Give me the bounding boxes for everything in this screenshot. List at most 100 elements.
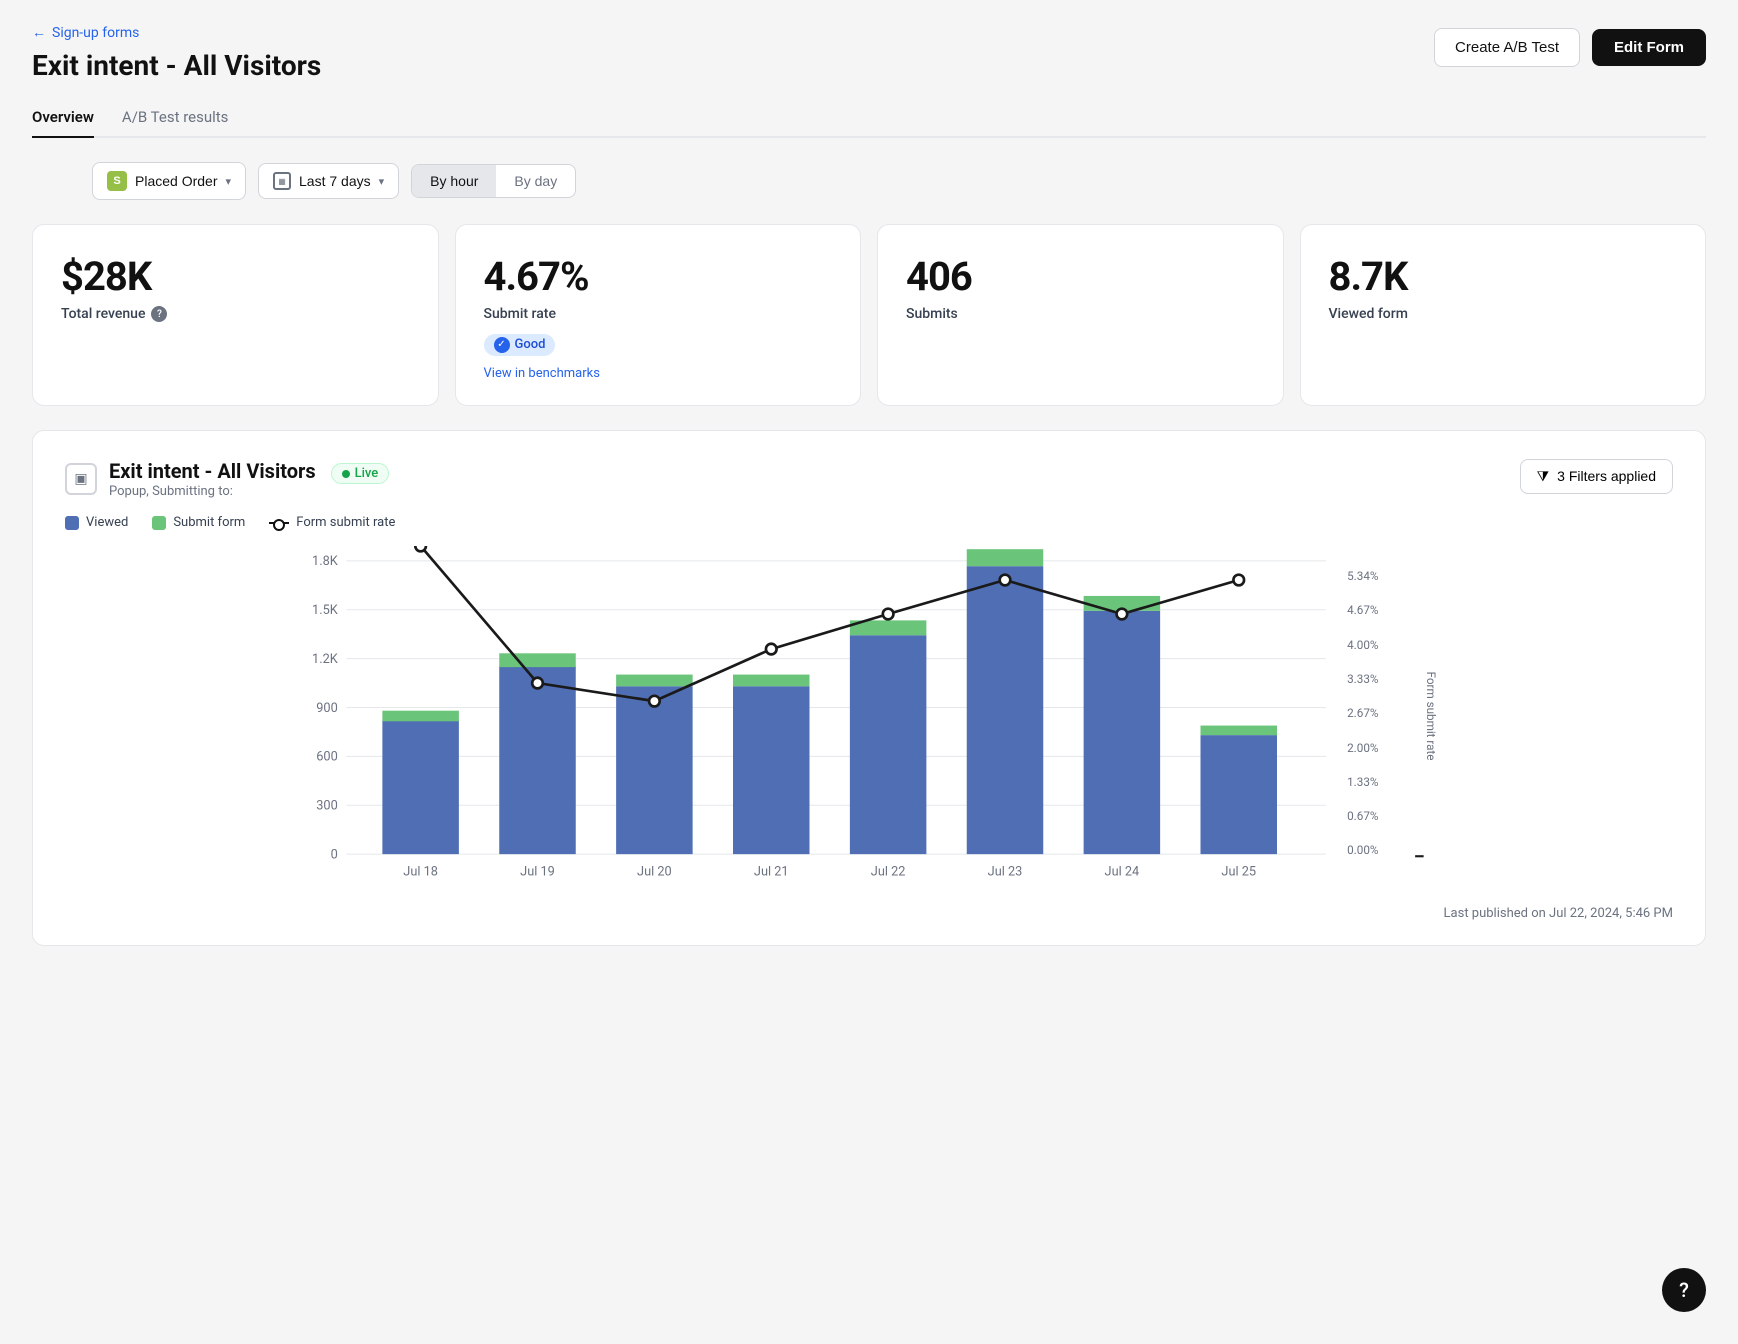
line-point-jul24 [1117, 609, 1128, 620]
svg-text:0: 0 [331, 847, 338, 862]
goal-filter-button[interactable]: S Placed Order ▾ [92, 162, 246, 200]
chart-subtitle: Popup, Submitting to: [109, 484, 389, 499]
bar-viewed-jul22 [850, 635, 927, 854]
legend-color-viewed [65, 516, 79, 530]
svg-text:5.34%: 5.34% [1347, 569, 1379, 583]
tabs: Overview A/B Test results [32, 98, 1706, 138]
chevron-down-icon: ▾ [225, 175, 231, 188]
tab-ab-test-results[interactable]: A/B Test results [122, 98, 229, 138]
metric-label-revenue: Total revenue ? [61, 306, 410, 322]
bar-viewed-jul23 [967, 566, 1044, 854]
chart-title-area: ▣ Exit intent - All Visitors Live Popup,… [65, 459, 389, 500]
back-arrow-icon: ← [32, 24, 46, 41]
form-icon: ▣ [65, 463, 97, 495]
legend-viewed: Viewed [65, 515, 128, 530]
svg-text:Jul 21: Jul 21 [754, 864, 789, 879]
chart-legend: Viewed Submit form Form submit rate [65, 515, 1673, 530]
last-published: Last published on Jul 22, 2024, 5:46 PM [65, 906, 1673, 921]
svg-text:4.67%: 4.67% [1347, 603, 1379, 617]
line-point-jul25 [1233, 575, 1244, 586]
svg-text:Jul 22: Jul 22 [871, 864, 906, 879]
top-left: ← Sign-up forms Exit intent - All Visito… [32, 24, 321, 82]
svg-text:Form submit rate: Form submit rate [1424, 672, 1438, 761]
bar-viewed-jul24 [1084, 611, 1161, 854]
line-point-jul22 [883, 609, 894, 620]
back-link-text: Sign-up forms [52, 25, 139, 41]
bar-submit-jul23 [967, 549, 1044, 566]
svg-text:2.00%: 2.00% [1347, 741, 1379, 755]
page-title: Exit intent - All Visitors [32, 49, 321, 82]
filters-label: 3 Filters applied [1557, 468, 1656, 484]
benchmark-link[interactable]: View in benchmarks [484, 366, 600, 381]
check-icon: ✓ [494, 337, 510, 353]
legend-line-icon [269, 522, 289, 524]
chart-title: Exit intent - All Visitors [109, 459, 316, 483]
svg-text:0.67%: 0.67% [1347, 809, 1379, 823]
back-link[interactable]: ← Sign-up forms [32, 24, 321, 41]
bar-submit-jul25 [1201, 726, 1278, 736]
metric-card-viewed: 8.7K Viewed form [1300, 224, 1707, 406]
by-day-button[interactable]: By day [496, 165, 575, 197]
period-filter-label: Last 7 days [299, 173, 371, 189]
svg-text:1.33%: 1.33% [1347, 775, 1379, 789]
chart-card: ▣ Exit intent - All Visitors Live Popup,… [32, 430, 1706, 947]
svg-text:600: 600 [316, 750, 338, 765]
legend-color-submit [152, 516, 166, 530]
bar-viewed-jul20 [616, 686, 693, 854]
metrics-row: $28K Total revenue ? 4.67% Submit rate ✓… [32, 224, 1706, 406]
svg-text:Jul 24: Jul 24 [1105, 864, 1140, 879]
svg-text:6.00%: 6.00% [1347, 546, 1379, 549]
chart-svg: 1.8K 1.5K 1.2K 900 600 300 0 [65, 546, 1673, 886]
line-point-jul21 [766, 644, 777, 655]
top-bar: ← Sign-up forms Exit intent - All Visito… [32, 24, 1706, 82]
edit-form-button[interactable]: Edit Form [1592, 29, 1706, 66]
svg-text:Jul 19: Jul 19 [520, 864, 555, 879]
bar-submit-jul21 [733, 675, 810, 687]
chevron-down-icon-period: ▾ [379, 175, 385, 188]
svg-text:900: 900 [316, 701, 338, 716]
svg-text:Jul 25: Jul 25 [1221, 864, 1256, 879]
svg-text:4.00%: 4.00% [1347, 638, 1379, 652]
period-filter-button[interactable]: ▦ Last 7 days ▾ [258, 163, 399, 199]
filter-funnel-icon: ⧩ [1537, 468, 1550, 485]
svg-text:1.2K: 1.2K [312, 652, 338, 667]
metric-card-submit-rate: 4.67% Submit rate ✓ Good View in benchma… [455, 224, 862, 406]
svg-text:2.67%: 2.67% [1347, 706, 1379, 720]
svg-text:0.00%: 0.00% [1347, 843, 1379, 857]
metric-label-viewed: Viewed form [1329, 306, 1678, 322]
good-badge: ✓ Good [484, 334, 556, 356]
metric-value-submits: 406 [906, 253, 1255, 300]
bar-viewed-jul21 [733, 686, 810, 854]
line-point-jul20 [649, 696, 660, 707]
live-badge: Live [331, 463, 390, 484]
svg-text:1.8K: 1.8K [312, 554, 338, 569]
chart-header: ▣ Exit intent - All Visitors Live Popup,… [65, 459, 1673, 500]
help-icon-revenue[interactable]: ? [151, 306, 167, 322]
svg-text:300: 300 [316, 799, 338, 814]
by-hour-button[interactable]: By hour [412, 165, 496, 197]
legend-submit-form: Submit form [152, 515, 245, 530]
bar-submit-jul19 [499, 653, 576, 667]
chart-area: 1.8K 1.5K 1.2K 900 600 300 0 [65, 546, 1673, 886]
chart-filters-button[interactable]: ⧩ 3 Filters applied [1520, 459, 1673, 494]
metric-label-submits: Submits [906, 306, 1255, 322]
bar-viewed-jul18 [382, 720, 459, 854]
svg-text:Jul 20: Jul 20 [637, 864, 672, 879]
help-float-button[interactable]: ? [1662, 1268, 1706, 1312]
metric-label-submit-rate: Submit rate [484, 306, 833, 322]
chart-title-text: Exit intent - All Visitors Live Popup, S… [109, 459, 389, 500]
metric-card-revenue: $28K Total revenue ? [32, 224, 439, 406]
create-ab-test-button[interactable]: Create A/B Test [1434, 28, 1580, 67]
bar-submit-jul18 [382, 711, 459, 722]
line-point-jul19 [532, 678, 543, 689]
metric-value-submit-rate: 4.67% [484, 253, 833, 300]
legend-submit-rate: Form submit rate [269, 515, 395, 530]
line-point-jul23 [1000, 575, 1011, 586]
tab-overview[interactable]: Overview [32, 98, 94, 138]
svg-text:1.5K: 1.5K [312, 603, 338, 618]
top-actions: Create A/B Test Edit Form [1434, 28, 1706, 67]
live-dot-icon [342, 470, 350, 478]
goal-filter-label: Placed Order [135, 173, 217, 189]
svg-text:Jul 18: Jul 18 [403, 864, 438, 879]
metric-value-revenue: $28K [61, 253, 410, 300]
